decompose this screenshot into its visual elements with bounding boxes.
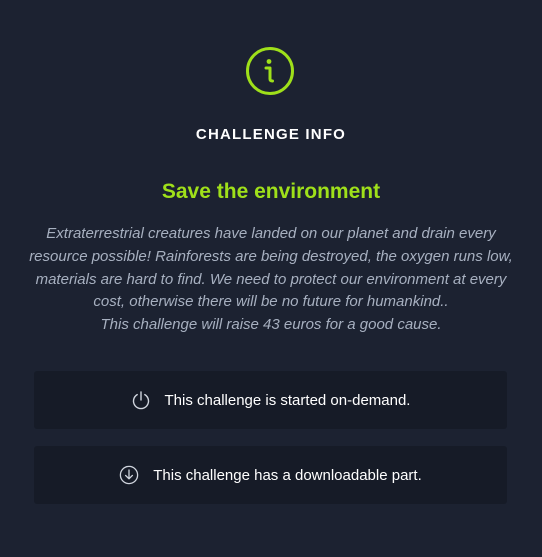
challenge-description-block: Extraterrestrial creatures have landed o… (28, 223, 514, 337)
challenge-info-panel: CHALLENGE INFO Save the environment Extr… (0, 0, 542, 557)
panel-heading: CHALLENGE INFO (195, 126, 347, 143)
challenge-title: Save the environment (161, 180, 381, 203)
downloadable-info-card: This challenge has a downloadable part. (34, 446, 507, 504)
downloadable-text: This challenge has a downloadable part. (153, 466, 422, 484)
power-icon (132, 391, 149, 410)
on-demand-text: This challenge is started on-demand. (164, 391, 411, 409)
on-demand-info-card: This challenge is started on-demand. (34, 371, 507, 429)
download-icon (119, 465, 139, 485)
challenge-donation-note: This challenge will raise 43 euros for a… (100, 316, 442, 334)
info-icon (246, 47, 294, 95)
challenge-description: Extraterrestrial creatures have landed o… (29, 225, 513, 311)
